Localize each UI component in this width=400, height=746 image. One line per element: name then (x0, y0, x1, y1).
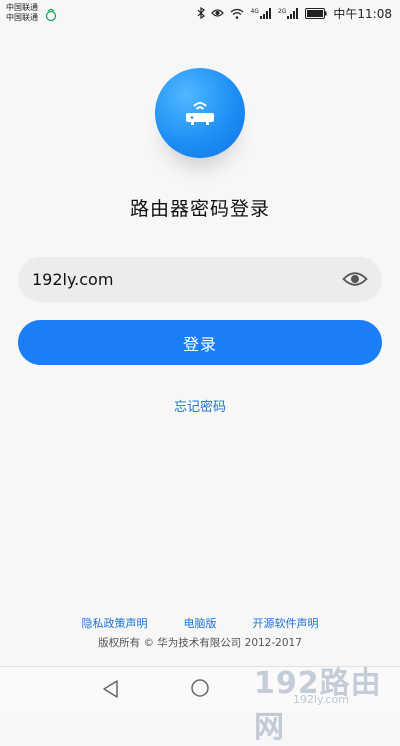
page-title: 路由器密码登录 (129, 198, 270, 220)
open-source-link[interactable]: 开源软件声明 (253, 615, 319, 631)
signal-1-icon (259, 7, 271, 19)
carrier-2-label: 中国联通 (6, 13, 38, 22)
password-input[interactable] (32, 257, 332, 302)
desktop-version-link[interactable]: 电脑版 (184, 615, 217, 631)
bluetooth-icon (198, 7, 206, 19)
status-icons: 4G 2G 中午11:08 (197, 5, 392, 21)
battery-icon (305, 7, 327, 19)
status-bar: 中国联通 中国联通 4G 2G 中午11:08 (0, 0, 400, 26)
copyright-text: 版权所有 © 华为技术有限公司 2012-2017 (98, 637, 302, 649)
carrier-1-label: 中国联通 (6, 3, 38, 12)
privacy-policy-link[interactable]: 隐私政策声明 (82, 615, 148, 631)
watermark-url: 192ly.com (293, 693, 349, 706)
home-icon[interactable] (190, 678, 210, 698)
router-icon (186, 102, 214, 125)
back-icon[interactable] (101, 679, 121, 699)
network-1-label: 4G (250, 7, 259, 15)
eye-comfort-icon (211, 9, 225, 17)
wifi-icon (231, 8, 244, 19)
footer-links: 隐私政策声明 电脑版 开源软件声明 (0, 615, 400, 631)
app-logo (155, 68, 245, 158)
password-field-container (18, 257, 382, 302)
signal-2-icon (287, 7, 299, 19)
show-password-icon[interactable] (342, 269, 368, 289)
login-button[interactable]: 登录 (18, 320, 382, 365)
network-2-label: 2G (277, 7, 287, 15)
clock: 中午11:08 (333, 6, 392, 21)
forgot-password-link[interactable]: 忘记密码 (0, 396, 400, 415)
carrier-info: 中国联通 中国联通 (6, 3, 38, 23)
hd-call-icon (45, 8, 57, 22)
